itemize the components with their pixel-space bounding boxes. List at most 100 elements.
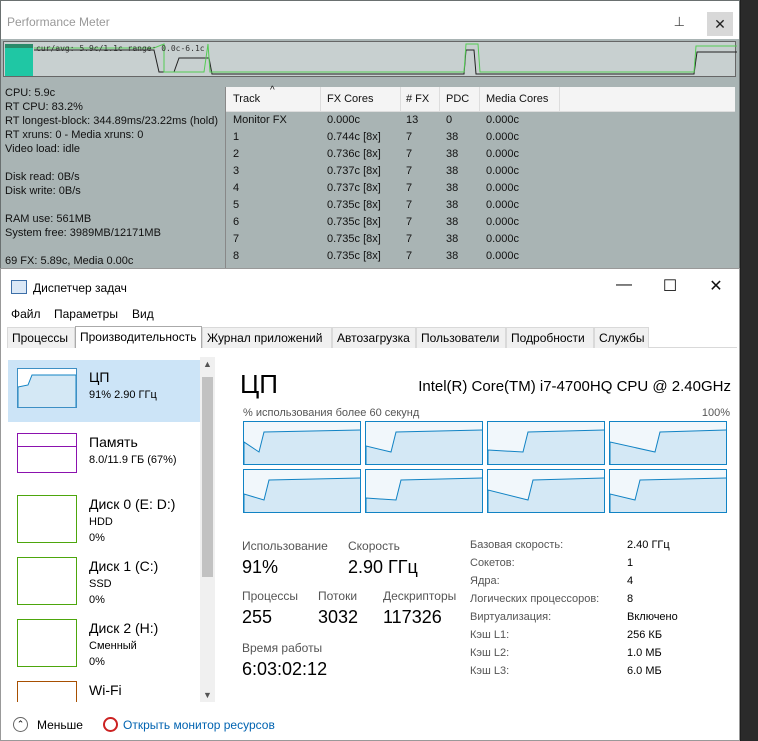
menu-view[interactable]: Вид [132, 307, 154, 321]
core-graph [243, 469, 361, 513]
threads-label: Потоки [318, 589, 358, 603]
col-fx-count[interactable]: # FX [406, 93, 429, 105]
table-cell: 0.000c [486, 233, 520, 245]
chevron-up-icon[interactable]: ⌃ [13, 717, 28, 732]
table-cell: 0.735c [8x] [327, 233, 381, 245]
sidebar-sub: SSD [89, 578, 112, 590]
scroll-up-icon[interactable]: ▲ [200, 359, 215, 369]
table-row[interactable]: 6 0.735c [8x] 7 38 0.000c [226, 214, 735, 231]
table-cell: 38 [446, 131, 459, 143]
tab-users[interactable]: Пользователи [416, 327, 506, 348]
sidebar-item-wifi[interactable]: Wi-Fi [8, 673, 201, 702]
sidebar-item-memory[interactable]: Память 8.0/11.9 ГБ (67%) [8, 425, 201, 487]
table-cell: 0.735c [8x] [327, 216, 381, 228]
col-pdc[interactable]: PDC [446, 93, 469, 105]
pin-icon[interactable]: ⊥ [674, 14, 685, 30]
tab-processes[interactable]: Процессы [7, 327, 75, 348]
resource-sidebar: ЦП 91% 2.90 ГГц Память 8.0/11.9 ГБ (67%)… [7, 357, 201, 702]
menu-options[interactable]: Параметры [54, 307, 118, 321]
table-cell: 0.000c [486, 114, 520, 126]
tab-performance[interactable]: Производительность [75, 326, 202, 348]
close-button[interactable]: ✕ [707, 12, 733, 36]
table-row[interactable]: Monitor FX 0.000c 13 0 0.000c [226, 112, 735, 129]
sidebar-scrollbar[interactable]: ▲ ▼ [200, 357, 215, 702]
table-cell: 7 [406, 148, 413, 160]
scrollbar-thumb[interactable] [202, 377, 213, 577]
cpu-panel: ЦП Intel(R) Core(TM) i7-4700HQ CPU @ 2.4… [231, 357, 736, 707]
col-track[interactable]: Track [233, 93, 260, 105]
perf-stats: CPU: 5.9c RT CPU: 83.2% RT longest-block: … [5, 86, 218, 268]
sidebar-name: Память [89, 434, 138, 450]
minimize-button[interactable]: — [601, 276, 647, 298]
processes-value: 255 [242, 607, 273, 627]
cpu-thumb-graph [17, 374, 77, 407]
sidebar-item-disk-1[interactable]: Диск 1 (C:) SSD 0% [8, 549, 201, 611]
perf-stat-line [5, 156, 218, 170]
core-graph [487, 469, 605, 513]
perf-stat-line: RT CPU: 83.2% [5, 101, 83, 113]
sidebar-name: Wi-Fi [89, 682, 122, 698]
tm-title-bar: Диспетчер задач — ☐ ✕ [1, 269, 739, 304]
threads-value: 3032 [318, 607, 359, 627]
table-cell: 7 [406, 216, 413, 228]
sidebar-sub2: 0% [89, 532, 105, 544]
processes-label: Процессы [242, 589, 299, 603]
background-area [741, 0, 758, 741]
disk-thumbnail [17, 619, 77, 667]
tab-details[interactable]: Подробности [506, 327, 594, 348]
tab-startup[interactable]: Автозагрузка [332, 327, 416, 348]
disk-thumbnail [17, 495, 77, 543]
uptime-value: 6:03:02:12 [242, 659, 328, 679]
table-cell: 7 [406, 233, 413, 245]
open-resource-monitor-link[interactable]: Открыть монитор ресурсов [123, 718, 275, 732]
handles-value: 117326 [383, 607, 442, 627]
maximize-button[interactable]: ☐ [647, 276, 693, 298]
table-row[interactable]: 5 0.735c [8x] 7 38 0.000c [226, 197, 735, 214]
speed-label: Скорость [348, 539, 400, 553]
core-graph [365, 469, 483, 513]
table-cell: 0.737c [8x] [327, 165, 381, 177]
tm-title: Диспетчер задач [33, 281, 127, 295]
table-cell: 7 [406, 250, 413, 262]
table-cell: 2 [233, 148, 240, 160]
table-cell: 5 [233, 199, 240, 211]
spec-value: Включено [627, 611, 678, 623]
perf-stat-line [5, 240, 218, 254]
scroll-down-icon[interactable]: ▼ [200, 690, 215, 700]
sidebar-item-disk-2[interactable]: Диск 2 (H:) Сменный 0% [8, 611, 201, 673]
table-row[interactable]: 2 0.736c [8x] 7 38 0.000c [226, 146, 735, 163]
table-cell: 13 [406, 114, 419, 126]
close-button[interactable]: ✕ [693, 276, 739, 298]
sidebar-sub: Сменный [89, 640, 137, 652]
task-manager-icon [11, 280, 27, 294]
perf-stat-line: Disk write: 0B/s [5, 185, 81, 197]
sidebar-item-cpu[interactable]: ЦП 91% 2.90 ГГц [8, 360, 201, 422]
table-cell: 0.000c [486, 165, 520, 177]
menu-file[interactable]: Файл [11, 307, 41, 321]
sidebar-name: Диск 2 (H:) [89, 620, 159, 636]
table-row[interactable]: 1 0.744c [8x] 7 38 0.000c [226, 129, 735, 146]
perf-stat-line: System free: 3989MB/12171MB [5, 227, 161, 239]
cpu-heading: ЦП [240, 369, 278, 399]
table-row[interactable]: 3 0.737c [8x] 7 38 0.000c [226, 163, 735, 180]
uptime-label: Время работы [242, 641, 323, 655]
tab-app-history[interactable]: Журнал приложений [202, 327, 332, 348]
track-table-header: Track ^ FX Cores # FX PDC Media Cores [226, 85, 735, 112]
perf-stat-line [5, 198, 218, 212]
fewer-details-link[interactable]: Меньше [37, 718, 83, 732]
table-row[interactable]: 4 0.737c [8x] 7 38 0.000c [226, 180, 735, 197]
core-graph [243, 421, 361, 465]
sidebar-item-disk-0[interactable]: Диск 0 (E: D:) HDD 0% [8, 487, 201, 549]
spec-value: 2.40 ГГц [627, 539, 670, 551]
table-cell: 0.737c [8x] [327, 182, 381, 194]
col-media-cores[interactable]: Media Cores [486, 93, 548, 105]
table-row[interactable]: 8 0.735c [8x] 7 38 0.000c [226, 248, 735, 265]
table-row[interactable]: 7 0.735c [8x] 7 38 0.000c [226, 231, 735, 248]
sidebar-sub: 8.0/11.9 ГБ (67%) [89, 454, 177, 466]
core-graph [487, 421, 605, 465]
col-fx-cores[interactable]: FX Cores [327, 93, 373, 105]
perf-title-bar: Performance Meter ⊥ ✕ [1, 1, 739, 39]
table-cell: 0.744c [8x] [327, 131, 381, 143]
table-cell: 0 [446, 114, 453, 126]
tab-services[interactable]: Службы [594, 327, 649, 348]
